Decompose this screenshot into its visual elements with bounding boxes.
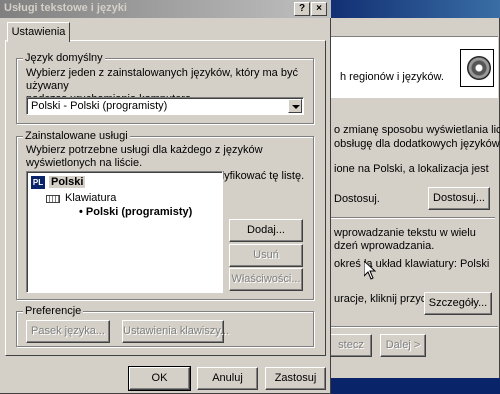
bg-text-line3: ione na Polski, a lokalizacja jest (334, 163, 489, 175)
key-settings-button[interactable]: Ustawienia klawiszy... (122, 320, 229, 343)
details-button[interactable]: Szczegóły... (424, 292, 492, 315)
tree-item-layout[interactable]: • Polski (programisty) (79, 206, 192, 218)
dialog-titlebar[interactable]: Usługi tekstowe i języki ? × (0, 0, 331, 18)
text-services-dialog: Usługi tekstowe i języki ? × Ustawienia … (0, 0, 331, 394)
back-button[interactable]: stecz (330, 334, 372, 357)
customize-button[interactable]: Dostosuj... (428, 187, 490, 210)
installed-services-description-line1: Wybierz potrzebne usługi dla każdego z j… (26, 144, 263, 169)
regional-options-header-text: h regionów i języków. (340, 71, 444, 83)
keyboard-icon (46, 195, 60, 203)
default-language-label: Język domyślny (23, 52, 105, 64)
bg-text-line7: okreś la układ klawiatury: Polski (334, 258, 490, 270)
default-language-select[interactable]: Polski - Polski (programisty) (26, 97, 304, 115)
cd-icon (460, 49, 494, 87)
add-button[interactable]: Dodaj... (229, 219, 303, 242)
language-bar-button[interactable]: Pasek języka... (26, 320, 110, 343)
bg-text-line1: o zmianę sposobu wyświetlania liczb, (334, 124, 500, 136)
tree-item-language[interactable]: Polski (49, 176, 86, 188)
properties-button[interactable]: Właściwości... (229, 268, 303, 291)
help-button[interactable]: ? (294, 2, 310, 16)
preferences-label: Preferencje (23, 305, 84, 317)
ok-button[interactable]: OK (128, 366, 191, 391)
bg-separator-1 (330, 217, 495, 219)
mouse-pointer-icon (364, 261, 376, 280)
close-button[interactable]: × (311, 2, 327, 16)
bg-text-line6: dzeń wprowadzania. (334, 240, 435, 252)
bg-text-line5: wprowadzanie tekstu w wielu (334, 227, 476, 239)
remove-button[interactable]: Usuń (229, 244, 303, 267)
bg-text-line4: Dostosuj. (334, 193, 380, 205)
apply-button[interactable]: Zastosuj (265, 367, 326, 390)
default-language-selected-value: Polski - Polski (programisty) (31, 100, 168, 112)
dialog-title: Usługi tekstowe i języki (4, 2, 127, 14)
language-badge-icon: PL (31, 176, 45, 189)
installed-services-tree[interactable]: PL Polski Klawiatura • Polski (programis… (26, 171, 223, 293)
installed-services-label: Zainstalowane usługi (23, 130, 130, 142)
bg-text-line2: obsługę dla dodatkowych języków i (334, 138, 500, 150)
tab-settings[interactable]: Ustawienia (7, 22, 70, 42)
chevron-down-icon[interactable] (288, 99, 302, 113)
cancel-button[interactable]: Anuluj (197, 367, 258, 390)
tree-item-keyboard[interactable]: Klawiatura (65, 192, 116, 204)
default-language-description-line1: Wybierz jeden z zainstalowanych języków,… (26, 67, 298, 92)
next-button[interactable]: Dalej > (380, 334, 426, 357)
